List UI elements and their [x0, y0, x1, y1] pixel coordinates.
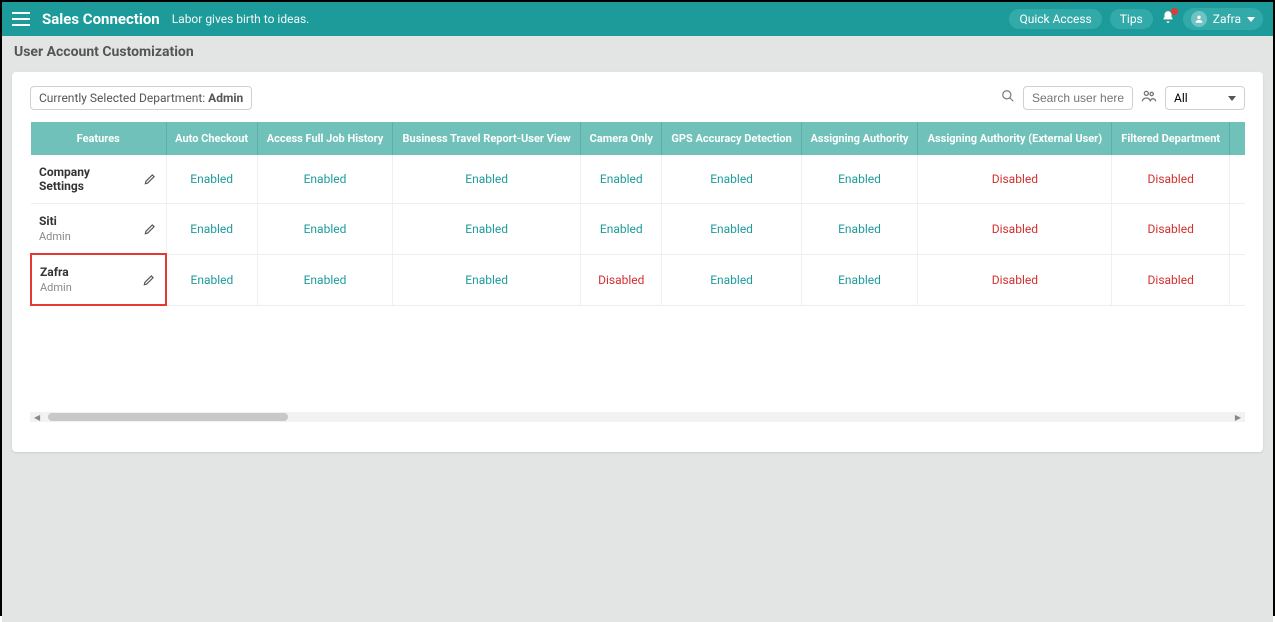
row-spacer — [1230, 254, 1246, 305]
table-row: Company SettingsEnabledEnabledEnabledEna… — [31, 155, 1245, 204]
user-name-label: Zafra — [1213, 12, 1241, 26]
feature-cell: Disabled — [918, 254, 1112, 305]
notification-dot-icon — [1171, 8, 1178, 15]
brand-tagline: Labor gives birth to ideas. — [172, 12, 310, 26]
table-row: ZafraAdmin4EnabledEnabledEnabledDisabled… — [31, 254, 1245, 305]
feature-cell: Enabled — [662, 204, 801, 255]
feature-cell: Disabled — [581, 254, 662, 305]
column-header: Access Full Job History — [257, 122, 392, 155]
column-header: Filtered Department — [1112, 122, 1230, 155]
row-subtitle: Admin — [39, 230, 138, 243]
department-chip-label: Currently Selected Department: — [39, 91, 208, 105]
top-bar: Sales Connection Labor gives birth to id… — [2, 2, 1273, 36]
filter-select[interactable]: All — [1165, 86, 1245, 110]
row-name-cell: Siti Admin — [31, 204, 166, 255]
hamburger-icon[interactable] — [12, 12, 30, 26]
feature-cell: Enabled — [801, 254, 918, 305]
column-header: Features — [31, 122, 166, 155]
scroll-left-arrow-icon[interactable]: ◀ — [30, 413, 44, 422]
row-spacer — [1230, 155, 1246, 204]
table-header: FeaturesAuto CheckoutAccess Full Job His… — [31, 122, 1245, 155]
horizontal-scrollbar[interactable]: ◀ ▶ — [30, 412, 1245, 422]
page-title: User Account Customization — [14, 44, 1261, 60]
feature-cell: Enabled — [166, 254, 257, 305]
quick-access-button[interactable]: Quick Access — [1009, 9, 1101, 29]
feature-cell: Disabled — [1112, 254, 1230, 305]
filter-select-value: All — [1174, 91, 1188, 105]
row-name: Siti — [39, 214, 57, 228]
below-card-area — [2, 452, 1273, 622]
main-card: Currently Selected Department: Admin All… — [12, 72, 1263, 452]
feature-cell: Enabled — [257, 204, 392, 255]
column-header: Camera Only — [581, 122, 662, 155]
column-header-spacer — [1230, 122, 1246, 155]
row-name-cell: Zafra Admin 4 — [31, 254, 166, 305]
feature-cell: Enabled — [801, 155, 918, 204]
table-body: Company SettingsEnabledEnabledEnabledEna… — [31, 155, 1245, 305]
table-row: SitiAdminEnabledEnabledEnabledEnabledEna… — [31, 204, 1245, 255]
notification-bell-icon[interactable] — [1161, 10, 1175, 28]
chevron-down-icon — [1247, 17, 1255, 22]
column-header: GPS Accuracy Detection — [662, 122, 801, 155]
brand-name: Sales Connection — [42, 10, 160, 28]
department-chip-value: Admin — [208, 91, 243, 105]
people-icon[interactable] — [1141, 88, 1157, 108]
feature-cell: Enabled — [662, 254, 801, 305]
feature-cell: Disabled — [1112, 155, 1230, 204]
toolbar-row: Currently Selected Department: Admin All — [30, 86, 1245, 110]
column-header: Auto Checkout — [166, 122, 257, 155]
edit-icon[interactable] — [140, 169, 160, 189]
edit-icon[interactable] — [139, 270, 159, 290]
row-spacer — [1230, 204, 1246, 255]
feature-cell: Enabled — [257, 254, 392, 305]
feature-cell: Enabled — [166, 204, 257, 255]
row-name: Zafra — [40, 265, 69, 279]
feature-cell: Enabled — [662, 155, 801, 204]
feature-cell: Disabled — [1112, 204, 1230, 255]
topbar-left: Sales Connection Labor gives birth to id… — [12, 10, 309, 28]
scroll-right-arrow-icon[interactable]: ▶ — [1231, 413, 1245, 422]
edit-icon[interactable] — [140, 219, 160, 239]
scrollbar-thumb[interactable] — [48, 413, 288, 421]
feature-cell: Enabled — [393, 155, 581, 204]
search-icon[interactable] — [1001, 89, 1015, 107]
search-input[interactable] — [1023, 86, 1133, 110]
tips-button[interactable]: Tips — [1110, 9, 1153, 29]
row-name-cell: Company Settings — [31, 155, 166, 204]
user-menu[interactable]: Zafra — [1183, 8, 1263, 30]
department-chip[interactable]: Currently Selected Department: Admin — [30, 86, 252, 110]
features-table: FeaturesAuto CheckoutAccess Full Job His… — [30, 122, 1245, 306]
feature-cell: Enabled — [581, 155, 662, 204]
annotation-badge: 4 — [30, 262, 32, 298]
chevron-down-icon — [1228, 96, 1236, 101]
table-wrapper: FeaturesAuto CheckoutAccess Full Job His… — [30, 122, 1245, 422]
avatar-icon — [1191, 11, 1207, 27]
feature-cell: Disabled — [918, 155, 1112, 204]
feature-cell: Enabled — [166, 155, 257, 204]
search-group: All — [1001, 86, 1245, 110]
topbar-right: Quick Access Tips Zafra — [1009, 8, 1263, 30]
feature-cell: Enabled — [393, 204, 581, 255]
row-name: Company Settings — [39, 165, 90, 193]
feature-cell: Enabled — [257, 155, 392, 204]
page-subheader: User Account Customization — [2, 36, 1273, 68]
feature-cell: Enabled — [801, 204, 918, 255]
row-subtitle: Admin — [40, 281, 137, 294]
column-header: Assigning Authority — [801, 122, 918, 155]
feature-cell: Enabled — [581, 204, 662, 255]
column-header: Business Travel Report-User View — [393, 122, 581, 155]
feature-cell: Disabled — [918, 204, 1112, 255]
feature-cell: Enabled — [393, 254, 581, 305]
column-header: Assigning Authority (External User) — [918, 122, 1112, 155]
